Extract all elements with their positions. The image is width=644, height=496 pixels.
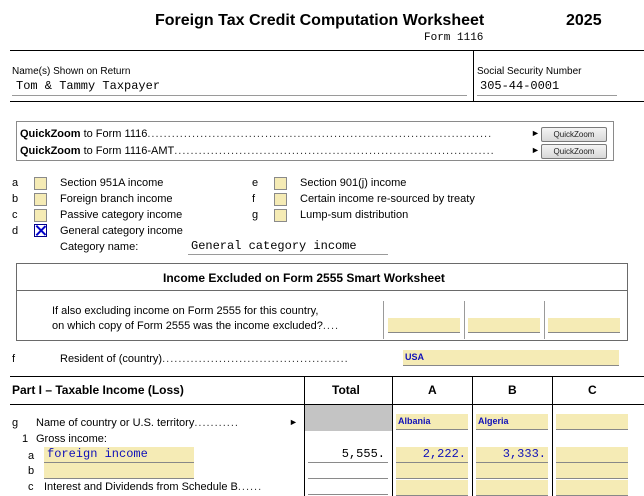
arrow-right-icon: ► <box>289 417 298 427</box>
total-country-disabled <box>305 405 392 431</box>
line-c-label: Interest and Dividends from Schedule B..… <box>44 481 263 493</box>
name-label: Name(s) Shown on Return <box>12 66 131 77</box>
line-b-letter: b <box>28 465 35 477</box>
cat-c-label: Passive category income <box>60 209 183 221</box>
smart-col-divider-2 <box>464 301 465 339</box>
line-b-total-underline <box>308 478 388 479</box>
ssn-divider <box>473 51 474 101</box>
header-divider <box>10 50 644 51</box>
cat-a-label: Section 951A income <box>60 177 164 189</box>
name-underline <box>12 95 467 96</box>
cat-d-checkbox[interactable] <box>34 224 47 237</box>
category-name-label: Category name: <box>60 241 139 253</box>
smart-col-divider-3 <box>544 301 545 339</box>
category-name-value[interactable]: General category income <box>191 239 357 253</box>
cat-b-label: Foreign branch income <box>60 193 173 205</box>
line-1-number: 1 <box>22 433 29 445</box>
worksheet-title: Foreign Tax Credit Computation Worksheet <box>155 12 485 29</box>
name-value[interactable]: Tom & Tammy Taxpayer <box>16 79 160 93</box>
line-1-label: Gross income: <box>36 433 107 445</box>
form2555-copy-field-c[interactable] <box>548 318 620 333</box>
cat-c-checkbox[interactable] <box>34 209 47 222</box>
part1-top-border <box>10 376 644 377</box>
col-divider-total <box>304 376 305 496</box>
line-c-col-b-field[interactable] <box>476 480 548 496</box>
arrow-right-icon: ► <box>531 128 540 138</box>
form2555-question-line1: If also excluding income on Form 2555 fo… <box>52 305 319 317</box>
line-b-col-c-field[interactable] <box>556 463 628 479</box>
line-a-description-field[interactable]: foreign income <box>44 447 194 463</box>
cat-b-checkbox[interactable] <box>34 193 47 206</box>
resident-country-field[interactable]: USA <box>403 350 619 366</box>
col-divider-c <box>552 376 553 496</box>
line-c-col-c-field[interactable] <box>556 480 628 496</box>
cat-a-checkbox[interactable] <box>34 177 47 190</box>
line-a-col-a-value: 2,222. <box>422 447 466 461</box>
col-divider-a <box>392 376 393 496</box>
part1-title: Part I – Taxable Income (Loss) <box>12 383 184 397</box>
line-c-letter: c <box>28 481 34 493</box>
form2555-copy-field-a[interactable] <box>388 318 460 333</box>
cat-d-label: General category income <box>60 225 183 237</box>
country-a-field[interactable]: Albania <box>396 414 468 430</box>
smart-worksheet-title-divider <box>17 290 627 291</box>
smart-worksheet-title: Income Excluded on Form 2555 Smart Works… <box>163 271 445 285</box>
ssn-label: Social Security Number <box>477 66 582 77</box>
cat-g-letter: g <box>252 209 259 221</box>
line-a-col-c-field[interactable] <box>556 447 628 463</box>
cat-e-label: Section 901(j) income <box>300 177 407 189</box>
col-header-total: Total <box>332 383 360 397</box>
col-header-c: C <box>588 383 597 397</box>
resident-label: Resident of (country)...................… <box>60 353 349 365</box>
form2555-question-line2: on which copy of Form 2555 was the incom… <box>52 320 340 332</box>
line-a-col-b-field[interactable]: 3,333. <box>476 447 548 463</box>
cat-f-letter: f <box>252 193 256 205</box>
cat-f-checkbox[interactable] <box>274 193 287 206</box>
cat-b-letter: b <box>12 193 19 205</box>
country-c-field[interactable] <box>556 414 628 430</box>
name-section-divider <box>10 101 644 102</box>
smart-col-divider-1 <box>383 301 384 339</box>
quickzoom-1116amt-label: QuickZoom to Form 1116-AMT..............… <box>20 145 495 157</box>
line-b-description-field[interactable] <box>44 463 194 479</box>
form2555-copy-field-b[interactable] <box>468 318 540 333</box>
line-a-letter: a <box>28 450 35 462</box>
ssn-value[interactable]: 305-44-0001 <box>480 79 559 93</box>
line-b-col-a-field[interactable] <box>396 463 468 479</box>
line-a-description: foreign income <box>47 447 148 461</box>
line-g-label: Name of country or U.S. territory.......… <box>36 417 239 429</box>
cat-g-checkbox[interactable] <box>274 209 287 222</box>
country-a-value: Albania <box>398 416 431 426</box>
form-number: Form 1116 <box>424 32 484 44</box>
line-b-col-b-field[interactable] <box>476 463 548 479</box>
quickzoom-1116-label: QuickZoom to Form 1116..................… <box>20 128 493 140</box>
line-a-col-b-value: 3,333. <box>502 447 546 461</box>
tax-year: 2025 <box>566 12 602 29</box>
line-g-letter: g <box>12 417 19 429</box>
ssn-underline <box>477 95 617 96</box>
col-header-a: A <box>428 383 437 397</box>
line-a-total-underline <box>308 462 388 463</box>
arrow-right-icon: ► <box>531 145 540 155</box>
country-b-value: Algeria <box>478 416 509 426</box>
cat-d-letter: d <box>12 225 19 237</box>
category-name-underline <box>188 254 388 255</box>
cat-g-label: Lump-sum distribution <box>300 209 409 221</box>
cat-a-letter: a <box>12 177 19 189</box>
cat-e-letter: e <box>252 177 259 189</box>
cat-c-letter: c <box>12 209 18 221</box>
quickzoom-1116-button[interactable]: QuickZoom <box>541 127 607 142</box>
line-a-col-a-field[interactable]: 2,222. <box>396 447 468 463</box>
resident-letter: f <box>12 353 16 365</box>
col-divider-b <box>472 376 473 496</box>
country-b-field[interactable]: Algeria <box>476 414 548 430</box>
cat-e-checkbox[interactable] <box>274 177 287 190</box>
line-c-total-underline <box>308 494 388 495</box>
col-header-b: B <box>508 383 517 397</box>
quickzoom-1116amt-button[interactable]: QuickZoom <box>541 144 607 159</box>
line-a-total[interactable]: 5,555. <box>305 447 385 461</box>
resident-country-value: USA <box>405 352 425 362</box>
cat-f-label: Certain income re-sourced by treaty <box>300 193 475 205</box>
line-c-col-a-field[interactable] <box>396 480 468 496</box>
